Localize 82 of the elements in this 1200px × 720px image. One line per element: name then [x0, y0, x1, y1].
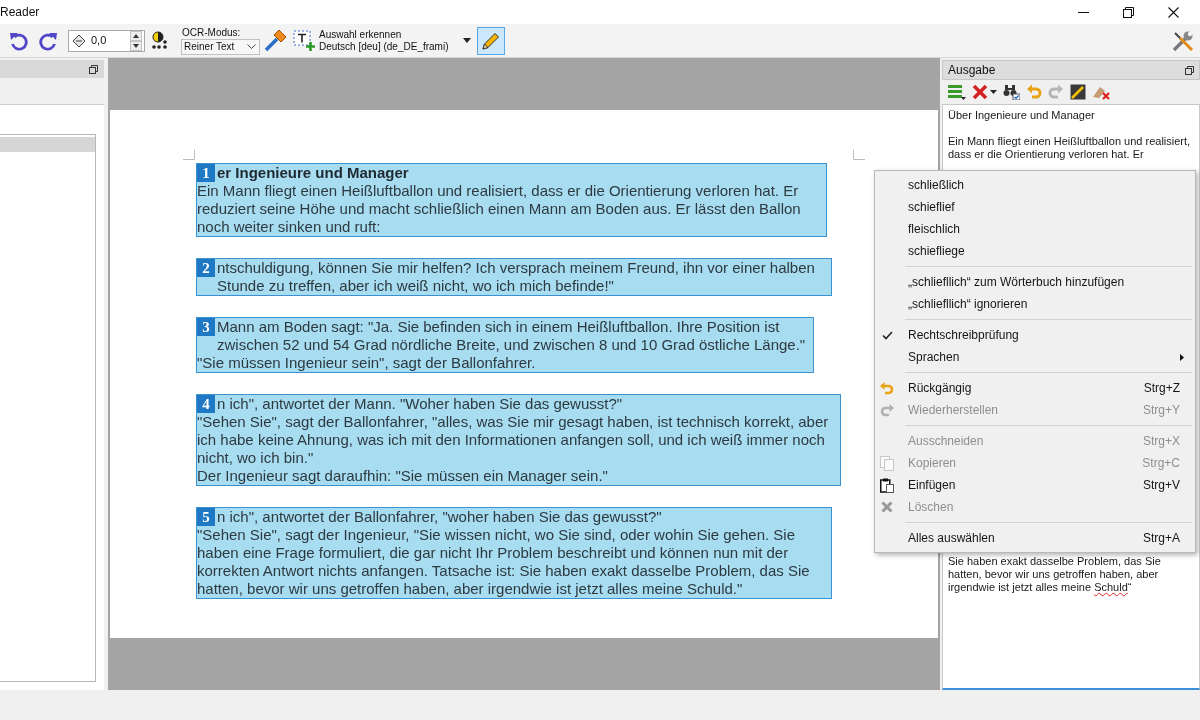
- menu-item[interactable]: Sprachen: [875, 346, 1195, 368]
- window-title: Reader: [0, 5, 40, 19]
- angle-spinbox[interactable]: 0,0: [68, 29, 145, 52]
- block-text: n ich", antwortet der Ballonfahrer, "woher haben Sie das gewusst?": [217, 508, 663, 526]
- output-text: Ein Mann fliegt einen Heißluftballon und realisiert, dass er die Orientierung verloren hat. Er: [948, 135, 1192, 161]
- float-panel-button[interactable]: [87, 63, 99, 75]
- contrast-icon: [151, 31, 168, 50]
- block-number-badge: 1: [197, 164, 215, 182]
- caret-down-icon: [133, 43, 139, 48]
- panel-title: Ausgabe: [948, 63, 996, 77]
- hammer-icon: [264, 29, 287, 52]
- redo-icon: [880, 403, 894, 417]
- crop-mark-icon: [853, 150, 865, 160]
- overlapping-squares-icon: [1184, 65, 1194, 75]
- edit-toggle-button[interactable]: [477, 26, 505, 55]
- caret-down-icon: [990, 90, 997, 94]
- menu-item[interactable]: schieflief: [875, 196, 1195, 218]
- spin-down-button[interactable]: [130, 40, 142, 51]
- block-text: Mann am Boden sagt: "Ja. Sie befinden sich in einem Heißluftballon. Ihre Position ist zwischen 52 und 54 Grad nördliche Breite, und zwischen 8 und 10 Grad östliche Länge.": [217, 318, 807, 354]
- restore-icon: [1123, 6, 1134, 18]
- menu-item[interactable]: schiefliege: [875, 240, 1195, 262]
- shortcut-text: Strg+A: [1142, 531, 1180, 545]
- cross-icon: [972, 84, 988, 100]
- minimize-icon: [1078, 11, 1089, 13]
- edit-button[interactable]: [1070, 82, 1086, 102]
- block-number-badge: 4: [197, 395, 215, 413]
- ocr-mode-label: OCR-Modus:: [181, 26, 242, 39]
- shortcut-text: Strg+X: [1142, 434, 1180, 448]
- chevron-down-icon: [247, 44, 256, 49]
- overlapping-squares-icon: [88, 64, 98, 74]
- shortcut-text: Strg+Y: [1142, 403, 1180, 417]
- menu-item[interactable]: „schliefllich“ ignorieren: [875, 293, 1195, 315]
- caret-up-icon: [133, 33, 139, 38]
- recognize-selection-button[interactable]: Auswahl erkennen Deutsch [deu] (de_DE_frami): [293, 26, 461, 55]
- clear-button[interactable]: [972, 82, 997, 102]
- menu-item[interactable]: Rückgängig Strg+Z: [875, 377, 1195, 399]
- binoculars-icon: [1003, 84, 1020, 100]
- output-text: Sie haben exakt dasselbe Problem, das Sie hatten, bevor wir uns getroffen haben, aber irgendwie ist jetzt alles meine Schuld“: [948, 555, 1162, 594]
- shortcut-text: Strg+Z: [1143, 381, 1180, 395]
- menu-item[interactable]: fleischlich: [875, 218, 1195, 240]
- diamond-icon: [72, 33, 86, 48]
- pencil-icon: [481, 30, 501, 51]
- block-text: "Sie müssen Ingenieur sein", sagt der Ballonfahrer.: [197, 354, 537, 372]
- caret-down-icon: [463, 38, 471, 43]
- output-heading: Über Ingenieure und Manager: [948, 109, 1096, 122]
- undo-icon: [1026, 84, 1042, 100]
- block-number-badge: 3: [197, 318, 215, 336]
- shortcut-text: Strg+C: [1142, 456, 1180, 470]
- rotate-left-icon: [9, 30, 29, 51]
- block-text: ntschuldigung, können Sie mir helfen? Ich versprach meinem Freund, ihn vor einer halben Stunde zu treffen, aber ich weiß nicht, wo ich mich befinde!": [217, 259, 816, 295]
- block-text: Der Ingenieur sagt daraufhin: "Sie müssen ein Manager sein.": [197, 467, 609, 485]
- shortcut-text: Strg+V: [1142, 478, 1180, 492]
- menu-item[interactable]: Rechtschreibprüfung: [875, 324, 1195, 346]
- block-number-badge: 5: [197, 508, 215, 526]
- hammer-button[interactable]: [264, 27, 287, 54]
- redo-icon: [1048, 84, 1064, 100]
- menu-item[interactable]: Einfügen Strg+V: [875, 474, 1195, 496]
- text-format-button[interactable]: [948, 82, 966, 102]
- text-selection-icon: [293, 30, 315, 51]
- float-panel-button[interactable]: [1183, 64, 1195, 76]
- ocr-mode-dropdown[interactable]: Reiner Text: [181, 38, 260, 55]
- clipboard-icon: [880, 477, 894, 493]
- delete-icon: [881, 501, 893, 513]
- block-text: "Sehen Sie", sagt der Ballonfahrer, "alles, was Sie mir gesagt haben, ist technisch korrekt, aber ich habe keine Ahnung, was ich mit den Informationen anfangen soll, und ich weiß immer noch nicht, wo ich bin.": [197, 413, 830, 467]
- block-heading: er Ingenieure und Manager: [217, 164, 410, 182]
- block-number-badge: 2: [197, 259, 215, 277]
- pencil-square-icon: [1070, 84, 1086, 100]
- eraser-icon: [1092, 84, 1110, 100]
- list-lines-icon: [948, 84, 966, 100]
- find-replace-button[interactable]: [1003, 82, 1020, 102]
- crop-mark-icon: [183, 150, 195, 160]
- rotate-right-icon: [38, 30, 58, 51]
- menu-item[interactable]: Alles auswählen Strg+A: [875, 527, 1195, 549]
- menu-item[interactable]: „schliefllich“ zum Wörterbuch hinzufügen: [875, 271, 1195, 293]
- close-icon: [1168, 6, 1179, 18]
- menu-item[interactable]: schließlich: [875, 174, 1195, 196]
- block-text: Ein Mann fliegt einen Heißluftballon und realisiert, dass er die Orientierung verloren hat. Er reduziert seine Höhe und macht schließlich einen Mann am Boden aus. Er lässt den Ballon noch weiter sinken und ruft:: [197, 182, 802, 236]
- copy-icon: [880, 455, 894, 471]
- undo-icon: [880, 381, 894, 395]
- spin-up-button[interactable]: [130, 30, 142, 41]
- block-text: "Sehen Sie", sagt der Ingenieur, "Sie wissen nicht, wo Sie sind, oder wohin Sie gehen. Sie haben eine Frage formuliert, die gar nicht Ihr Problem beschreibt und können nun mit der korrekten Antwort nichts anfangen. Tatsache ist: Sie haben exakt dasselbe Problem, das Sie hatten, bevor wir uns getroffen haben, aber irgendwie ist jetzt alles meine Schuld.": [197, 526, 811, 598]
- block-text: n ich", antwortet der Mann. "Woher haben Sie das gewusst?": [217, 395, 624, 413]
